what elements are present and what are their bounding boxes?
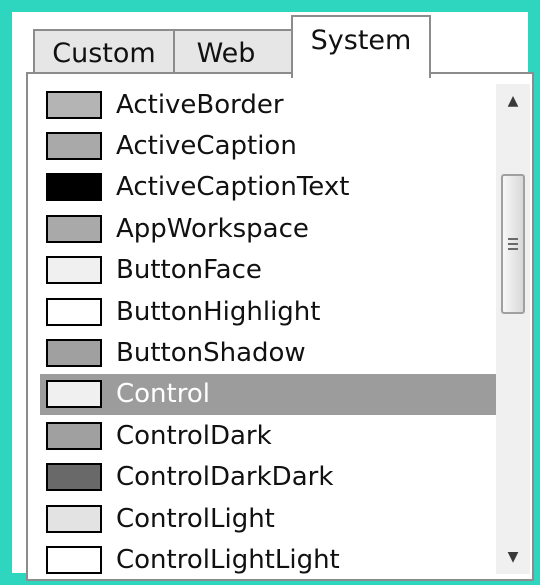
color-swatch <box>46 504 102 533</box>
list-item[interactable]: ControlLight <box>40 498 496 539</box>
list-item-label: ButtonHighlight <box>116 296 321 327</box>
list-item[interactable]: ControlLightLight <box>40 539 496 579</box>
color-swatch <box>46 339 102 368</box>
list-item-label: ButtonShadow <box>116 338 306 369</box>
list-item[interactable]: ButtonFace <box>40 250 496 291</box>
tab-system[interactable]: System <box>291 15 431 78</box>
list-item-label: ActiveCaption <box>116 131 297 162</box>
color-swatch <box>46 90 102 119</box>
list-item-label: AppWorkspace <box>116 213 309 244</box>
color-swatch <box>46 297 102 326</box>
grip-icon <box>508 238 518 251</box>
color-swatch <box>46 214 102 243</box>
arrow-up-icon[interactable]: ▲ <box>496 84 530 118</box>
list-item-label: ActiveBorder <box>116 89 284 120</box>
color-swatch <box>46 380 102 409</box>
arrow-down-icon[interactable]: ▼ <box>496 540 530 574</box>
list-item-label: ControlLight <box>116 503 275 534</box>
list-item[interactable]: ActiveCaptionText <box>40 167 496 208</box>
list-item[interactable]: ControlDarkDark <box>40 457 496 498</box>
list-item[interactable]: Control <box>40 373 496 416</box>
list-item[interactable]: ActiveCaption <box>40 125 496 166</box>
scroll-thumb[interactable] <box>501 174 525 315</box>
list-item[interactable]: ButtonHighlight <box>40 291 496 332</box>
color-swatch <box>46 173 102 202</box>
tab-strip: Custom Web System <box>12 12 528 78</box>
list-item-label: ControlDarkDark <box>116 462 334 493</box>
color-list: ActiveBorder ActiveCaption ActiveCaption… <box>40 84 496 579</box>
color-swatch <box>46 463 102 492</box>
list-item-label: Control <box>116 379 210 410</box>
list-item-label: ActiveCaptionText <box>116 172 350 203</box>
tab-web[interactable]: Web <box>173 29 293 75</box>
vertical-scrollbar[interactable]: ▲ ▼ <box>496 84 530 574</box>
list-item-label: ControlDark <box>116 420 272 451</box>
list-item[interactable]: ControlDark <box>40 415 496 456</box>
color-list-panel: ActiveBorder ActiveCaption ActiveCaption… <box>26 72 534 581</box>
list-item-label: ButtonFace <box>116 255 262 286</box>
tab-custom[interactable]: Custom <box>33 29 175 75</box>
list-item-label: ControlLightLight <box>116 544 340 575</box>
color-swatch <box>46 545 102 574</box>
list-item[interactable]: ActiveBorder <box>40 84 496 125</box>
color-swatch <box>46 421 102 450</box>
list-item[interactable]: ButtonShadow <box>40 332 496 373</box>
color-swatch <box>46 132 102 161</box>
list-item[interactable]: AppWorkspace <box>40 208 496 249</box>
color-swatch <box>46 256 102 285</box>
